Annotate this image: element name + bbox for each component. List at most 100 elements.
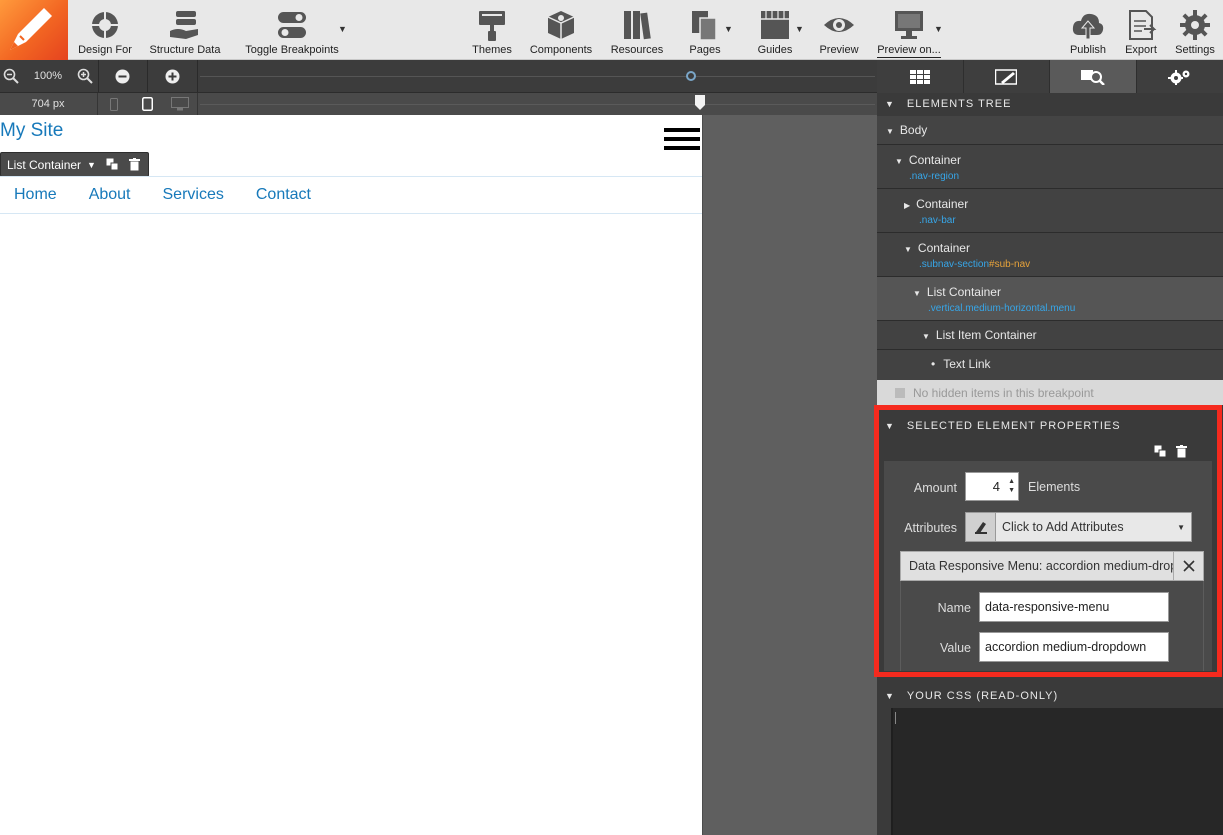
toggle-breakpoints-caret[interactable]: ▼ — [338, 24, 347, 34]
nav-link-contact[interactable]: Contact — [256, 186, 311, 204]
amount-stepper-icon[interactable]: ▲ ▼ — [1008, 477, 1015, 495]
components-button[interactable]: Components — [528, 0, 594, 60]
expand-triangle-icon: ▼ — [913, 289, 921, 298]
tree-row-label: Container — [908, 153, 961, 167]
export-button[interactable]: Export — [1121, 0, 1161, 60]
chevron-down-icon: ▼ — [1177, 522, 1185, 532]
selected-element-properties: ▼ SELECTED ELEMENT PROPERTIES Amount 4 ▲… — [877, 405, 1223, 685]
attribute-item-body: Name data-responsive-menu Value accordio… — [900, 581, 1204, 671]
components-label: Components — [529, 44, 593, 56]
tab-settings[interactable] — [1137, 60, 1223, 93]
css-title: YOUR CSS (READ-ONLY) — [906, 689, 1059, 702]
site-title[interactable]: My Site — [0, 120, 63, 142]
structure-data-button[interactable]: Structure Data — [147, 0, 223, 60]
tree-row-label: Body — [899, 123, 928, 137]
pages-label: Pages — [689, 44, 721, 56]
zoom-slider-handle[interactable] — [685, 71, 696, 81]
preview-on-caret[interactable]: ▼ — [934, 24, 943, 34]
tree-row-class: .nav-bar — [919, 215, 956, 226]
attributes-placeholder: Click to Add Attributes — [1002, 520, 1124, 534]
guides-button[interactable]: Guides — [755, 0, 795, 60]
books-icon — [624, 11, 651, 40]
zoom-slider-track[interactable] — [200, 76, 875, 77]
design-for-button[interactable]: Design For — [76, 0, 134, 60]
bullet-icon: • — [931, 357, 936, 371]
top-toolbar: Design For Structure Data Toggle Breakpo… — [0, 0, 1223, 60]
attribute-value-field[interactable]: accordion medium-dropdown — [979, 632, 1169, 662]
brush-card-icon — [995, 68, 1018, 85]
value-label: Value — [939, 641, 971, 655]
tab-inspector[interactable] — [1050, 60, 1137, 93]
selected-element-chip[interactable]: List Container ▼ — [0, 152, 149, 177]
tree-row-list-container-selected[interactable]: ▼ List Container .vertical.medium-horizon… — [877, 277, 1223, 321]
trash-icon[interactable] — [128, 158, 140, 171]
tree-row-label: Container — [916, 197, 969, 211]
tree-row-label: Container — [917, 241, 970, 255]
elements-tree-header[interactable]: ▼ ELEMENTS TREE — [877, 93, 1223, 115]
publish-button[interactable]: Publish — [1066, 0, 1110, 60]
structure-data-label: Structure Data — [149, 44, 221, 56]
guides-caret[interactable]: ▼ — [795, 24, 804, 34]
duplicate-icon[interactable] — [1154, 445, 1167, 458]
amount-unit: Elements — [1028, 480, 1081, 494]
chip-dropdown-icon[interactable]: ▼ — [87, 160, 96, 170]
pages-caret[interactable]: ▼ — [724, 24, 733, 34]
selected-element-chip-label: List Container — [7, 157, 82, 172]
amount-label: Amount — [913, 481, 957, 495]
tree-row-text-link[interactable]: • Text Link — [877, 350, 1223, 380]
phone-icon[interactable] — [98, 93, 130, 115]
tree-row-container-subnav[interactable]: ▼ Container .subnav-section#sub-nav — [877, 233, 1223, 277]
preview-button[interactable]: Preview — [817, 0, 861, 60]
nav-menu: Home About Services Contact — [0, 176, 702, 214]
toggle-breakpoints-button[interactable]: Toggle Breakpoints — [242, 0, 342, 60]
minus-circle-icon[interactable] — [98, 60, 146, 92]
desktop-icon[interactable] — [164, 93, 196, 115]
trash-icon[interactable] — [1176, 445, 1187, 458]
settings-button[interactable]: Settings — [1172, 0, 1218, 60]
hamburger-menu-icon[interactable] — [664, 128, 700, 154]
viewport-width-bar: 704 px — [0, 93, 877, 115]
close-icon[interactable] — [1173, 552, 1203, 580]
design-canvas[interactable]: My Site List Container ▼ Home About Serv… — [0, 115, 702, 835]
css-code-area[interactable] — [891, 708, 1223, 835]
expand-triangle-icon: ▼ — [895, 157, 903, 166]
tree-row-container-nav-region[interactable]: ▼ Container .nav-region — [877, 145, 1223, 189]
resources-button[interactable]: Resources — [609, 0, 665, 60]
amount-value: 4 — [992, 479, 1000, 494]
tablet-icon[interactable] — [130, 93, 164, 115]
attribute-name-field[interactable]: data-responsive-menu — [979, 592, 1169, 622]
css-header[interactable]: ▼ YOUR CSS (READ-ONLY) — [877, 683, 1223, 708]
monitor-icon — [895, 11, 923, 39]
collapse-triangle-icon: ▼ — [885, 690, 895, 701]
zoom-out-icon[interactable] — [0, 60, 22, 92]
duplicate-icon[interactable] — [106, 158, 119, 171]
design-for-label: Design For — [78, 44, 132, 56]
themes-button[interactable]: Themes — [470, 0, 514, 60]
pages-icon — [692, 11, 717, 41]
nav-link-home[interactable]: Home — [14, 186, 57, 204]
attribute-item-title: Data Responsive Menu: accordion medium-d… — [909, 559, 1173, 573]
preview-on-label: Preview on... — [877, 44, 941, 58]
tab-grid[interactable] — [877, 60, 964, 93]
viewport-slider-track[interactable] — [200, 104, 875, 105]
settings-label: Settings — [1175, 44, 1215, 56]
tree-row-list-item-container[interactable]: ▼ List Item Container — [877, 321, 1223, 350]
name-label: Name — [937, 601, 971, 615]
viewport-slider-handle[interactable] — [694, 95, 705, 111]
zoom-in-icon[interactable] — [74, 60, 96, 92]
attributes-select[interactable]: Click to Add Attributes ▼ — [965, 512, 1192, 542]
brush-icon — [966, 513, 996, 541]
nav-link-services[interactable]: Services — [163, 186, 224, 204]
checkbox-icon[interactable] — [895, 387, 905, 398]
attribute-item-header[interactable]: Data Responsive Menu: accordion medium-d… — [900, 551, 1204, 581]
tree-row-body[interactable]: ▼ Body — [877, 116, 1223, 145]
nav-link-about[interactable]: About — [89, 186, 131, 204]
properties-header[interactable]: ▼ SELECTED ELEMENT PROPERTIES — [877, 415, 1223, 437]
canvas-gutter — [702, 115, 877, 835]
amount-input[interactable]: 4 ▲ ▼ — [965, 472, 1019, 501]
plus-circle-icon[interactable] — [148, 60, 196, 92]
tree-row-container-nav-bar[interactable]: ▶ Container .nav-bar — [877, 189, 1223, 233]
pages-button[interactable]: Pages — [686, 0, 724, 60]
expand-triangle-icon: ▼ — [886, 127, 894, 136]
tab-style[interactable] — [964, 60, 1050, 93]
